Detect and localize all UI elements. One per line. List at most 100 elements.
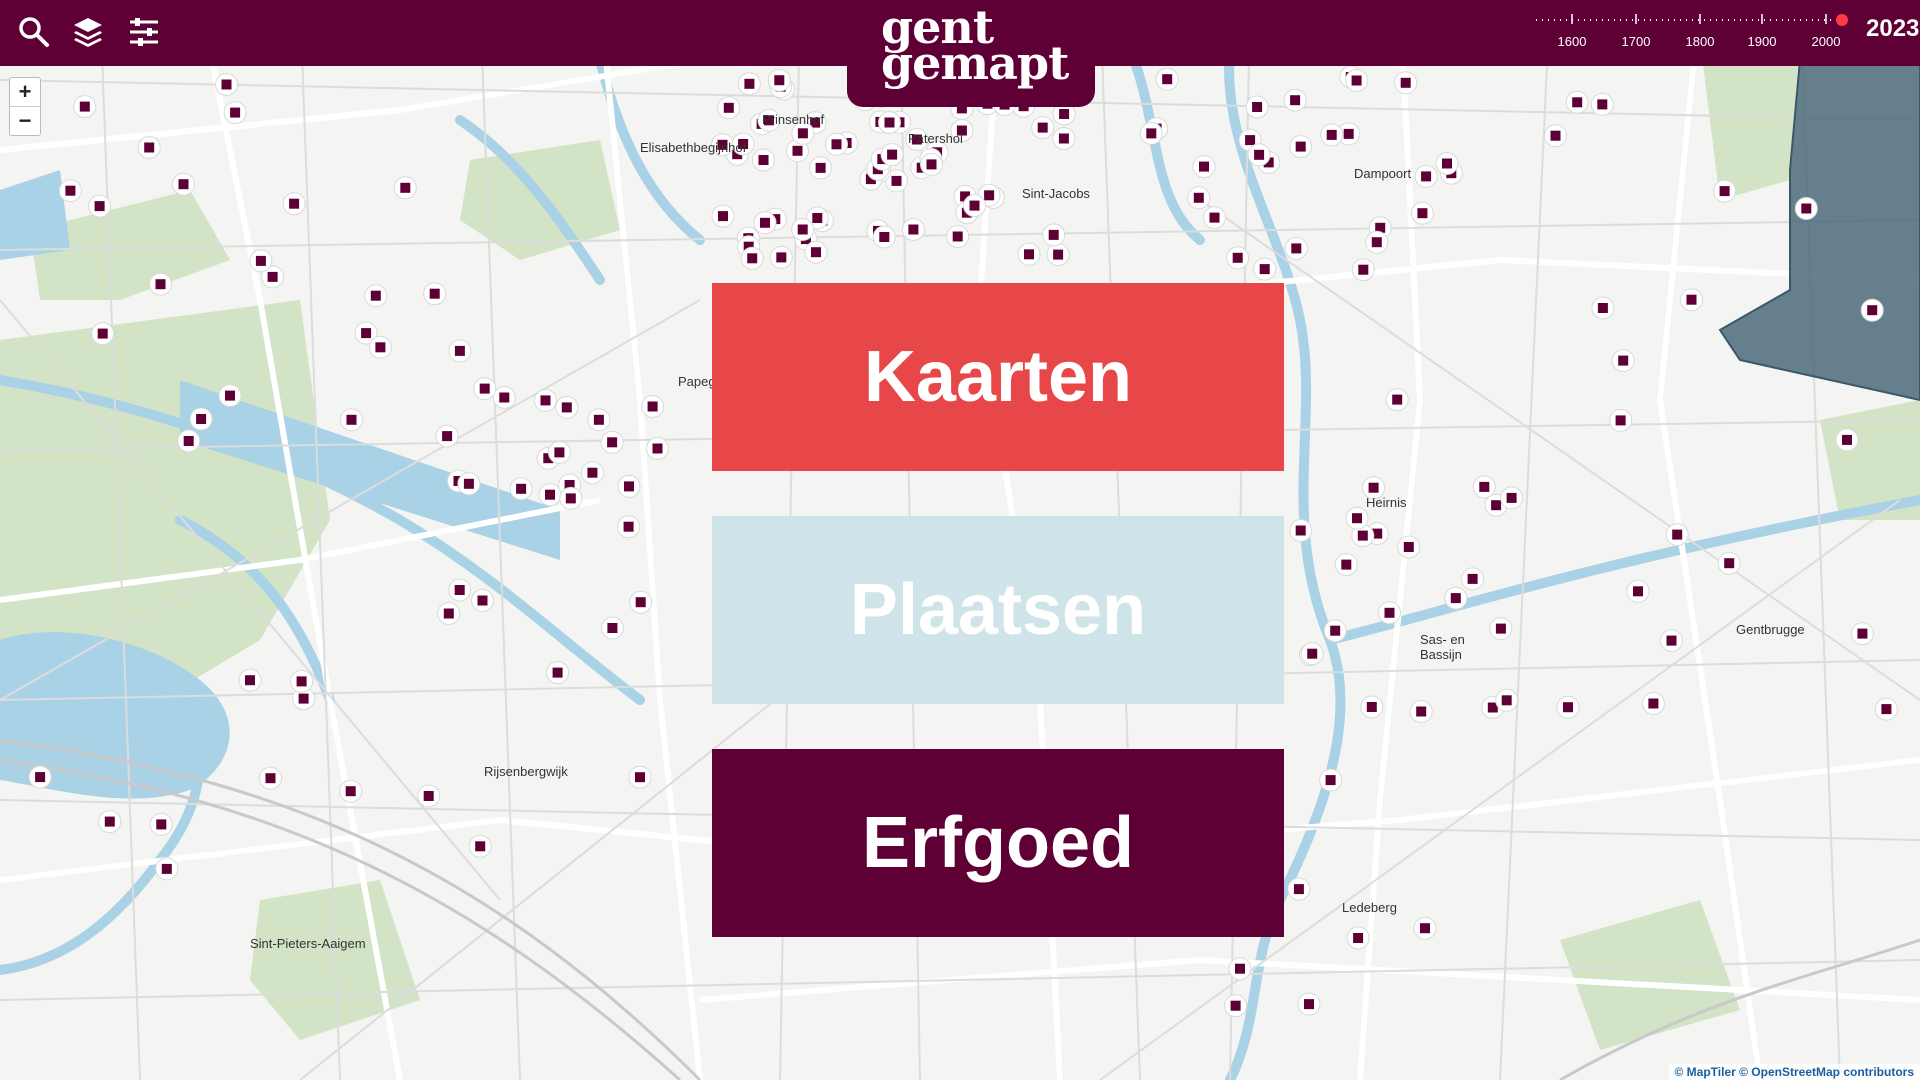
heritage-marker[interactable] bbox=[1495, 688, 1519, 712]
heritage-marker[interactable] bbox=[901, 218, 925, 241]
heritage-marker[interactable] bbox=[580, 461, 604, 485]
heritage-marker[interactable] bbox=[1397, 535, 1421, 559]
heritage-marker[interactable] bbox=[423, 282, 447, 306]
heritage-marker[interactable] bbox=[1665, 523, 1689, 547]
heritage-marker[interactable] bbox=[769, 245, 793, 269]
heritage-marker[interactable] bbox=[468, 834, 492, 858]
heritage-marker[interactable] bbox=[641, 395, 665, 418]
heritage-marker[interactable] bbox=[1835, 428, 1859, 452]
heritage-marker[interactable] bbox=[1187, 186, 1211, 210]
heritage-marker[interactable] bbox=[559, 486, 583, 510]
heritage-marker[interactable] bbox=[1042, 223, 1066, 247]
heritage-marker[interactable] bbox=[1611, 349, 1635, 373]
heritage-marker[interactable] bbox=[1192, 155, 1216, 179]
heritage-marker[interactable] bbox=[218, 384, 242, 408]
heritage-marker[interactable] bbox=[1660, 629, 1683, 653]
heritage-marker[interactable] bbox=[492, 386, 516, 409]
zoom-in-button[interactable]: + bbox=[10, 78, 40, 107]
heritage-marker[interactable] bbox=[1283, 88, 1307, 112]
heritage-marker[interactable] bbox=[437, 602, 461, 625]
heritage-marker[interactable] bbox=[617, 474, 641, 498]
heritage-marker[interactable] bbox=[98, 810, 122, 834]
heritage-marker[interactable] bbox=[1052, 127, 1076, 150]
heritage-marker[interactable] bbox=[1365, 230, 1389, 254]
heritage-marker[interactable] bbox=[600, 616, 624, 640]
heritage-marker[interactable] bbox=[1394, 71, 1418, 95]
heritage-marker[interactable] bbox=[740, 246, 764, 270]
heritage-marker[interactable] bbox=[58, 179, 82, 203]
heritage-marker[interactable] bbox=[435, 424, 459, 448]
heritage-marker[interactable] bbox=[238, 668, 262, 692]
heritage-marker[interactable] bbox=[963, 194, 986, 218]
heritage-marker[interactable] bbox=[1253, 257, 1277, 281]
heritage-marker[interactable] bbox=[1300, 642, 1324, 666]
heritage-marker[interactable] bbox=[1680, 288, 1703, 312]
heritage-marker[interactable] bbox=[177, 429, 201, 453]
heritage-marker[interactable] bbox=[189, 407, 213, 431]
heritage-marker[interactable] bbox=[290, 669, 314, 693]
heritage-marker[interactable] bbox=[920, 152, 943, 176]
heritage-marker[interactable] bbox=[1345, 506, 1369, 530]
heritage-marker[interactable] bbox=[1224, 994, 1248, 1018]
heritage-marker[interactable] bbox=[1565, 90, 1589, 114]
zoom-out-button[interactable]: − bbox=[10, 107, 40, 135]
heritage-marker[interactable] bbox=[1289, 135, 1313, 159]
erfgoed-button[interactable]: Erfgoed bbox=[712, 749, 1284, 937]
heritage-marker[interactable] bbox=[1323, 619, 1347, 643]
heritage-marker[interactable] bbox=[767, 68, 791, 92]
heritage-marker[interactable] bbox=[417, 784, 441, 808]
heritage-marker[interactable] bbox=[155, 857, 179, 881]
heritage-marker[interactable] bbox=[1360, 695, 1384, 719]
heritage-marker[interactable] bbox=[1413, 916, 1437, 940]
heritage-marker[interactable] bbox=[1500, 486, 1524, 510]
heritage-marker[interactable] bbox=[1435, 152, 1459, 175]
heritage-marker[interactable] bbox=[1289, 519, 1313, 542]
kaarten-button[interactable]: Kaarten bbox=[712, 283, 1284, 471]
heritage-marker[interactable] bbox=[1794, 197, 1818, 220]
heritage-marker[interactable] bbox=[946, 225, 970, 248]
heritage-marker[interactable] bbox=[1139, 121, 1163, 145]
heritage-marker[interactable] bbox=[473, 377, 497, 401]
heritage-marker[interactable] bbox=[1461, 567, 1485, 591]
heritage-marker[interactable] bbox=[1203, 206, 1226, 230]
timeline-slider[interactable]: 1600 1700 1800 1900 2000 bbox=[1530, 10, 1860, 54]
heritage-marker[interactable] bbox=[172, 172, 195, 196]
heritage-marker[interactable] bbox=[1320, 123, 1344, 147]
heritage-marker[interactable] bbox=[1410, 201, 1434, 225]
filter-button[interactable] bbox=[122, 10, 166, 54]
heritage-marker[interactable] bbox=[282, 192, 306, 216]
heritage-marker[interactable] bbox=[1226, 246, 1250, 270]
heritage-marker[interactable] bbox=[538, 483, 562, 507]
heritage-marker[interactable] bbox=[809, 156, 833, 180]
heritage-marker[interactable] bbox=[137, 136, 161, 159]
heritage-marker[interactable] bbox=[546, 661, 570, 685]
heritage-marker[interactable] bbox=[629, 590, 653, 614]
heritage-marker[interactable] bbox=[1351, 258, 1375, 282]
heritage-marker[interactable] bbox=[1472, 475, 1496, 499]
heritage-marker[interactable] bbox=[617, 515, 641, 539]
heritage-marker[interactable] bbox=[1155, 67, 1179, 91]
heritage-marker[interactable] bbox=[1409, 700, 1433, 723]
heritage-marker[interactable] bbox=[555, 395, 579, 419]
heritage-marker[interactable] bbox=[1609, 408, 1633, 432]
heritage-marker[interactable] bbox=[1385, 388, 1409, 412]
heritage-marker[interactable] bbox=[448, 578, 472, 602]
heritage-marker[interactable] bbox=[752, 148, 775, 172]
heritage-marker[interactable] bbox=[448, 339, 472, 363]
heritage-marker[interactable] bbox=[1860, 298, 1884, 322]
heritage-marker[interactable] bbox=[364, 284, 388, 308]
heritage-marker[interactable] bbox=[1031, 116, 1055, 140]
heritage-marker[interactable] bbox=[1717, 551, 1741, 575]
heritage-marker[interactable] bbox=[872, 225, 896, 249]
heritage-marker[interactable] bbox=[149, 272, 172, 296]
heritage-marker[interactable] bbox=[711, 204, 735, 228]
heritage-marker[interactable] bbox=[509, 477, 533, 501]
heritage-marker[interactable] bbox=[1247, 143, 1271, 167]
heritage-marker[interactable] bbox=[753, 211, 777, 235]
heritage-marker[interactable] bbox=[646, 437, 669, 460]
heritage-marker[interactable] bbox=[1544, 124, 1567, 148]
search-button[interactable] bbox=[12, 10, 56, 54]
heritage-marker[interactable] bbox=[587, 408, 611, 432]
heritage-marker[interactable] bbox=[259, 766, 282, 790]
heritage-marker[interactable] bbox=[471, 589, 494, 612]
